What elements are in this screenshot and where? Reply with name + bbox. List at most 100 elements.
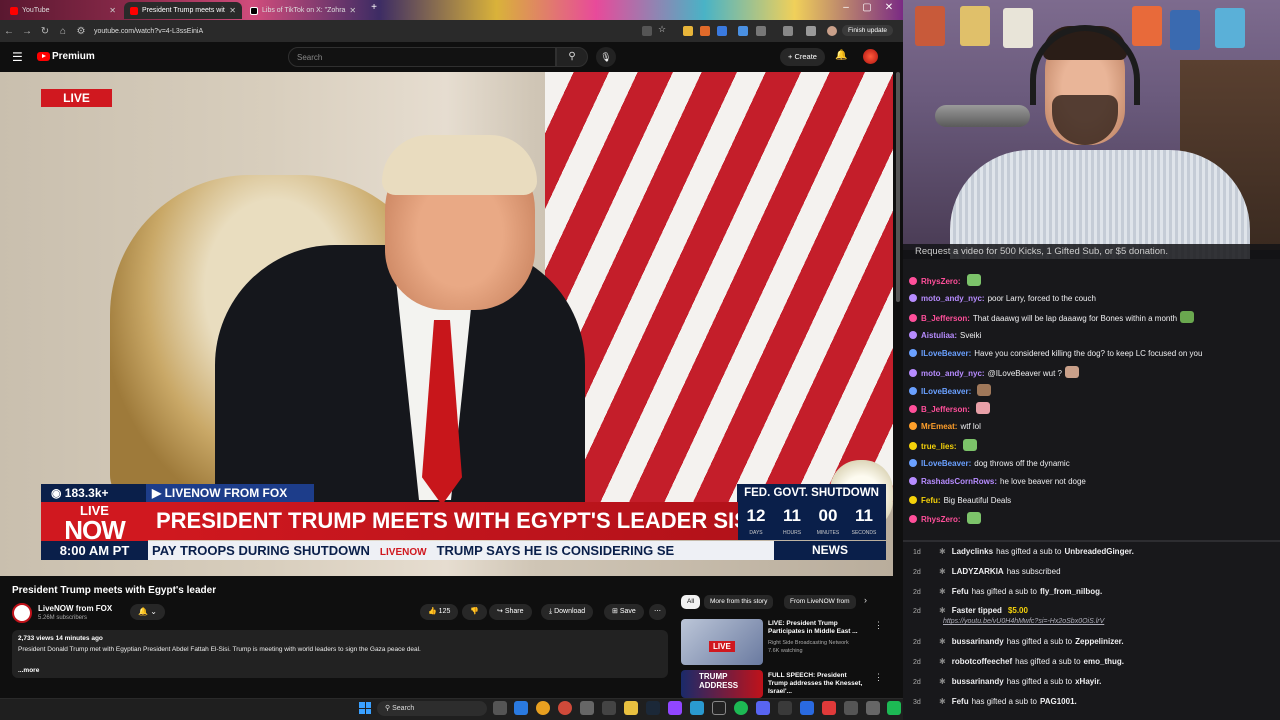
subscription-bell-button[interactable]: 🔔 ⌄ bbox=[130, 604, 165, 620]
chat-badge-icon bbox=[909, 422, 917, 431]
edge-icon[interactable] bbox=[514, 701, 528, 715]
app-icon[interactable] bbox=[580, 701, 594, 715]
sidebar-icon[interactable] bbox=[806, 26, 816, 36]
download-icon[interactable] bbox=[783, 26, 793, 36]
search-input[interactable]: Search bbox=[288, 47, 556, 67]
taskbar-search-input[interactable]: ⚲ Search bbox=[377, 701, 487, 716]
create-button[interactable]: + Create bbox=[780, 48, 825, 66]
notifications-bell-icon[interactable]: 🔔 bbox=[835, 50, 847, 61]
share-button[interactable]: ↪ Share bbox=[489, 604, 532, 620]
discord-icon[interactable] bbox=[756, 701, 770, 715]
wall-poster bbox=[1215, 8, 1245, 48]
finish-update-button[interactable]: Finish update bbox=[842, 25, 894, 36]
more-options-icon[interactable]: ⋮ bbox=[874, 672, 883, 683]
app-icon[interactable] bbox=[690, 701, 704, 715]
save-icon: ⊞ bbox=[612, 608, 618, 615]
recommendation-title[interactable]: FULL SPEECH: President Trump addresses t… bbox=[768, 672, 868, 696]
new-tab-icon[interactable]: + bbox=[364, 2, 384, 13]
tab-president-trump[interactable]: President Trump meets wit ✕ bbox=[124, 2, 242, 19]
app-icon[interactable] bbox=[844, 701, 858, 715]
app-icon[interactable] bbox=[866, 701, 880, 715]
forward-icon[interactable]: → bbox=[18, 26, 36, 37]
description-box[interactable] bbox=[12, 630, 668, 678]
event-target: $5.00 bbox=[1007, 606, 1028, 615]
task-view-icon[interactable] bbox=[493, 701, 507, 715]
download-button[interactable]: ⤓ Download bbox=[541, 604, 594, 620]
site-info-icon[interactable]: ⚙ bbox=[72, 26, 90, 37]
chrome-icon[interactable] bbox=[536, 701, 550, 715]
close-tab-icon[interactable]: ✕ bbox=[229, 6, 236, 15]
url-field[interactable]: youtube.com/watch?v=4-L3ssEiniA bbox=[94, 28, 203, 35]
chat-username[interactable]: ILoveBeaver: bbox=[921, 349, 971, 358]
channel-name[interactable]: LiveNOW from FOX bbox=[38, 604, 112, 613]
chip-all[interactable]: All bbox=[681, 595, 701, 609]
chat-username[interactable]: true_lies: bbox=[921, 442, 957, 451]
maximize-icon[interactable]: ▢ bbox=[857, 2, 877, 13]
hamburger-menu-icon[interactable]: ☰ bbox=[12, 50, 23, 64]
tab-libs-of-tiktok[interactable]: Libs of TikTok on X: "Zohra ✕ bbox=[244, 2, 362, 19]
home-icon[interactable]: ⌂ bbox=[54, 26, 72, 37]
chat-username[interactable]: RashadsCornRows: bbox=[921, 477, 997, 486]
chat-username[interactable]: moto_andy_nyc: bbox=[921, 294, 985, 303]
app-icon[interactable] bbox=[822, 701, 836, 715]
app-icon[interactable] bbox=[602, 701, 616, 715]
app-icon[interactable] bbox=[800, 701, 814, 715]
spotify-icon[interactable] bbox=[734, 701, 748, 715]
dislike-button[interactable]: 👎 bbox=[462, 604, 487, 620]
file-explorer-icon[interactable] bbox=[624, 701, 638, 715]
recommendation-thumbnail[interactable]: TRUMP ADDRESS bbox=[681, 670, 763, 698]
account-avatar[interactable] bbox=[863, 49, 878, 64]
recommendation-title[interactable]: LIVE: President Trump Participates in Mi… bbox=[768, 620, 868, 636]
more-actions-button[interactable]: ⋯ bbox=[649, 604, 666, 620]
page-scrollbar[interactable] bbox=[896, 72, 900, 302]
chat-username[interactable]: ILoveBeaver: bbox=[921, 459, 971, 468]
reload-icon[interactable]: ↻ bbox=[36, 26, 54, 37]
app-icon[interactable] bbox=[887, 701, 901, 715]
like-button[interactable]: 👍 125 bbox=[420, 604, 459, 620]
chat-username[interactable]: ILoveBeaver: bbox=[921, 387, 971, 396]
minimize-icon[interactable]: – bbox=[836, 2, 856, 13]
youtube-logo-icon[interactable] bbox=[37, 52, 50, 61]
close-tab-icon[interactable]: ✕ bbox=[109, 6, 116, 15]
chevron-right-icon[interactable]: › bbox=[864, 595, 867, 605]
cast-icon[interactable] bbox=[642, 26, 652, 36]
youtube-premium-logo-text[interactable]: Premium bbox=[52, 51, 95, 62]
chat-message: moto_andy_nyc: poor Larry, forced to the … bbox=[909, 292, 1096, 306]
steam-icon[interactable] bbox=[646, 701, 660, 715]
description-more-link[interactable]: ...more bbox=[18, 667, 39, 674]
chat-username[interactable]: B_Jefferson: bbox=[921, 405, 970, 414]
chat-username[interactable]: B_Jefferson: bbox=[921, 314, 970, 323]
extensions-puzzle-icon[interactable] bbox=[756, 26, 766, 36]
chat-username[interactable]: Fefu: bbox=[921, 496, 941, 505]
more-options-icon[interactable]: ⋮ bbox=[874, 620, 883, 631]
app-icon[interactable] bbox=[778, 701, 792, 715]
chip-from-channel[interactable]: From LiveNOW from bbox=[784, 595, 856, 609]
close-tab-icon[interactable]: ✕ bbox=[349, 6, 356, 15]
back-icon[interactable]: ← bbox=[0, 26, 18, 37]
chat-username[interactable]: RhysZero: bbox=[921, 515, 961, 524]
chyron-news-label: NEWS bbox=[774, 541, 886, 560]
chip-more-from-story[interactable]: More from this story bbox=[704, 595, 774, 609]
twitch-icon[interactable] bbox=[668, 701, 682, 715]
extension-icon[interactable] bbox=[717, 26, 727, 36]
recommendation-thumbnail[interactable]: LIVE bbox=[681, 619, 763, 665]
search-button[interactable]: ⚲ bbox=[556, 47, 588, 67]
chat-username[interactable]: moto_andy_nyc: bbox=[921, 369, 985, 378]
close-window-icon[interactable]: ✕ bbox=[879, 2, 899, 13]
voice-search-mic-icon[interactable]: 🎙 bbox=[596, 47, 616, 67]
bookmark-star-icon[interactable]: ☆ bbox=[658, 24, 668, 34]
channel-avatar[interactable] bbox=[12, 603, 32, 623]
extension-icon[interactable] bbox=[700, 26, 710, 36]
chat-username[interactable]: Aistuliaa: bbox=[921, 331, 957, 340]
extension-icon[interactable] bbox=[683, 26, 693, 36]
tab-youtube[interactable]: YouTube ✕ bbox=[4, 2, 122, 19]
extension-icon[interactable] bbox=[738, 26, 748, 36]
save-button[interactable]: ⊞ Save bbox=[604, 604, 644, 620]
chat-username[interactable]: MrEmeat: bbox=[921, 422, 957, 431]
windows-start-icon[interactable] bbox=[359, 702, 371, 714]
chrome-icon[interactable] bbox=[558, 701, 572, 715]
profile-avatar[interactable] bbox=[827, 26, 837, 36]
chat-username[interactable]: RhysZero: bbox=[921, 277, 961, 286]
obs-icon[interactable] bbox=[712, 701, 726, 715]
tip-link[interactable]: https://youtu.be/vU0H4hMwfc?si=-Hx2oSbx0… bbox=[943, 618, 1104, 625]
